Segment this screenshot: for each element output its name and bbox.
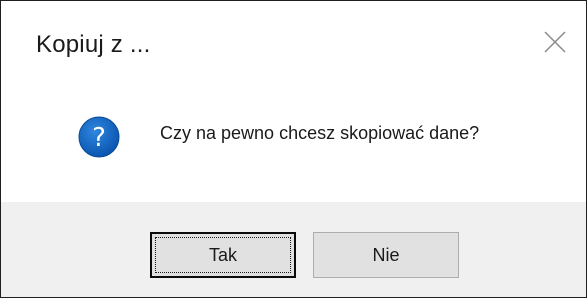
close-button[interactable] (541, 28, 569, 56)
title-bar[interactable]: Kopiuj z ... (1, 1, 586, 89)
dialog-body: ? Czy na pewno chcesz skopiować dane? (1, 89, 586, 202)
svg-text:?: ? (92, 123, 106, 153)
button-bar: Tak Nie (1, 202, 586, 297)
close-icon (544, 31, 566, 53)
focus-ring (155, 237, 291, 273)
yes-button[interactable]: Tak (150, 232, 296, 278)
no-button-label: Nie (372, 244, 400, 265)
dialog-message: Czy na pewno chcesz skopiować dane? (160, 123, 480, 143)
question-icon: ? (78, 116, 120, 158)
dialog-window: Kopiuj z ... ? Czy na pewno chcesz skopi (0, 0, 587, 298)
dialog-title: Kopiuj z ... (36, 31, 151, 58)
no-button[interactable]: Nie (313, 232, 459, 278)
